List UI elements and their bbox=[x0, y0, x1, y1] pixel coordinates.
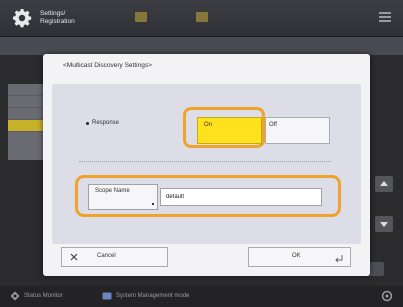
system-management-label: System Management mode bbox=[116, 293, 190, 299]
header-title-line1: Settings/ bbox=[40, 10, 66, 17]
response-on-button[interactable]: On bbox=[197, 117, 262, 144]
enter-icon bbox=[335, 255, 343, 263]
section-divider bbox=[79, 161, 331, 162]
system-management-icon bbox=[102, 292, 112, 300]
status-monitor-icon[interactable] bbox=[10, 291, 20, 301]
on-label: On bbox=[204, 122, 213, 128]
settings-gear-icon[interactable] bbox=[381, 290, 393, 302]
bullet-icon bbox=[86, 122, 89, 125]
ok-button[interactable]: OK bbox=[248, 247, 351, 267]
multicast-discovery-dialog: <Multicast Discovery Settings> bbox=[43, 54, 370, 276]
status-bar: Status Monitor System Management mode bbox=[0, 286, 403, 307]
top-bar: Settings/ Registration bbox=[0, 0, 403, 37]
scope-name-input[interactable] bbox=[160, 188, 322, 206]
scroll-up-icon bbox=[375, 176, 393, 192]
shortcut-icon[interactable] bbox=[135, 12, 147, 22]
menu-icon[interactable] bbox=[379, 12, 391, 22]
scope-name-button[interactable]: Scope Name bbox=[88, 184, 158, 210]
cancel-button[interactable]: Cancel bbox=[61, 247, 168, 267]
dialog-title: <Multicast Discovery Settings> bbox=[63, 62, 152, 69]
scope-name-label: Scope Name bbox=[95, 188, 130, 194]
breadcrumb bbox=[0, 37, 403, 55]
response-label: Response bbox=[92, 120, 120, 126]
settings-gear-icon bbox=[13, 9, 32, 28]
off-label: Off bbox=[269, 122, 277, 128]
scroll-down-icon bbox=[375, 216, 393, 232]
close-icon bbox=[70, 253, 78, 261]
shortcut-icon[interactable] bbox=[196, 12, 208, 22]
status-monitor-label[interactable]: Status Monitor bbox=[24, 293, 63, 299]
header-title-line2: Registration bbox=[40, 18, 75, 25]
cancel-label: Cancel bbox=[97, 253, 116, 259]
ok-label: OK bbox=[292, 253, 301, 259]
response-off-button[interactable]: Off bbox=[265, 117, 330, 144]
